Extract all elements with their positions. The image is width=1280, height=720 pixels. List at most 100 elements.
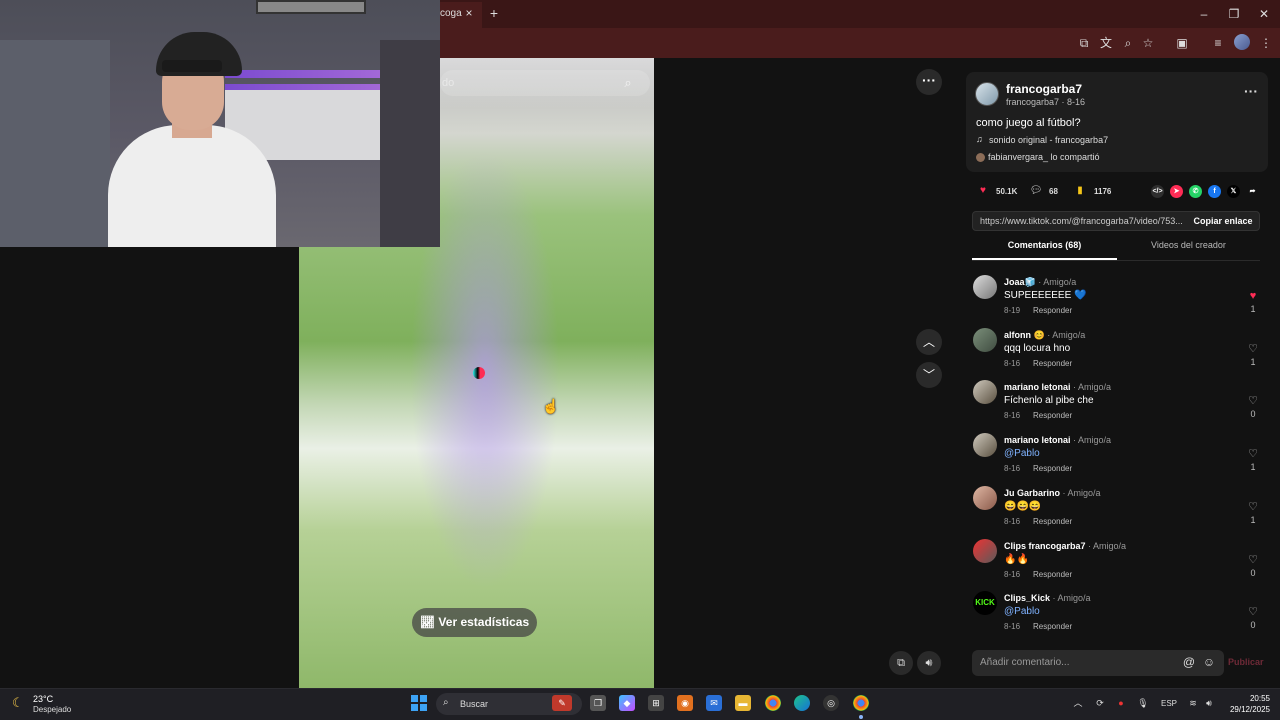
reply-button[interactable]: Responder [1033, 359, 1072, 368]
weather-temperature[interactable]: 23°C [33, 694, 53, 704]
next-video-chevron-down-icon[interactable]: ﹀ [916, 362, 942, 388]
clock-date[interactable]: 29/12/2025 [1222, 705, 1270, 714]
comment-like-heart-icon[interactable]: ♡ [1247, 395, 1259, 407]
reply-button[interactable]: Responder [1033, 570, 1072, 579]
search-input[interactable]: do [440, 70, 650, 96]
comment-username[interactable]: Ju Garbarino · Amigo/a [1004, 488, 1101, 498]
microphone-icon[interactable]: 🎙︎ [1137, 697, 1149, 709]
search-icon[interactable]: ⌕ [620, 75, 636, 91]
copy-link-button[interactable]: Copiar enlace [1186, 211, 1260, 231]
comment-bubble-icon[interactable]: 💬︎ [1029, 184, 1043, 198]
store-icon[interactable]: ⊞ [648, 695, 664, 711]
task-view-icon[interactable]: ❐ [590, 695, 606, 711]
comment-username[interactable]: mariano letonai · Amigo/a [1004, 382, 1111, 392]
whatsapp-icon[interactable]: ✆ [1189, 185, 1202, 198]
reply-button[interactable]: Responder [1033, 622, 1072, 631]
profile-avatar[interactable] [1234, 34, 1250, 50]
mail-icon[interactable]: ✉ [706, 695, 722, 711]
app-flame-icon[interactable]: ◉ [677, 695, 693, 711]
chrome-active-icon[interactable] [853, 695, 869, 711]
like-heart-icon[interactable]: ♥ [976, 184, 990, 198]
tab-close-icon[interactable]: × [462, 6, 476, 20]
moon-weather-icon[interactable]: ☾ [12, 695, 28, 711]
mention-at-icon[interactable]: @ [1182, 655, 1196, 669]
tray-app-icon[interactable]: ● [1115, 697, 1127, 709]
comment-username[interactable]: alfonn 😊 · Amigo/a [1004, 330, 1085, 341]
comment-avatar[interactable] [973, 539, 997, 563]
comment-avatar[interactable]: KICK [973, 591, 997, 615]
x-twitter-icon[interactable]: 𝕏 [1227, 185, 1240, 198]
picture-in-picture-icon[interactable]: ⧉ [889, 651, 913, 675]
volume-icon[interactable]: 🔊︎ [917, 651, 941, 675]
tray-expand-chevron-icon[interactable]: ︿ [1072, 697, 1084, 709]
previous-video-chevron-up-icon[interactable]: ︿ [916, 329, 942, 355]
file-explorer-icon[interactable]: ▬ [735, 695, 751, 711]
reply-button[interactable]: Responder [1033, 464, 1072, 473]
tray-sync-icon[interactable]: ⟳ [1094, 697, 1106, 709]
clock-time[interactable]: 20:55 [1236, 694, 1270, 703]
install-app-icon[interactable]: ⧉ [1076, 35, 1092, 51]
post-comment-button[interactable]: Publicar [1228, 657, 1264, 667]
comment-username-text[interactable]: Joaa🧊 [1004, 277, 1036, 287]
comment-avatar[interactable] [973, 433, 997, 457]
comment-avatar[interactable] [973, 328, 997, 352]
side-panel-icon[interactable]: ▣ [1174, 35, 1190, 51]
comment-username-text[interactable]: alfonn 😊 [1004, 330, 1045, 340]
obs-icon[interactable]: ◎ [823, 695, 839, 711]
comment-like-heart-icon[interactable]: ♡ [1247, 501, 1259, 513]
comment-username-text[interactable]: mariano letonai [1004, 382, 1071, 392]
tab-creator-videos[interactable]: Videos del creador [1117, 240, 1260, 260]
chrome-icon[interactable] [765, 695, 781, 711]
minimize-icon[interactable]: – [1196, 6, 1212, 22]
shared-by-text[interactable]: fabianvergara_ lo compartió [988, 152, 1100, 162]
comment-like-heart-icon[interactable]: ♡ [1247, 343, 1259, 355]
wifi-icon[interactable]: ≋ [1187, 697, 1199, 709]
comment-username-text[interactable]: mariano letonai [1004, 435, 1071, 445]
comment-username-text[interactable]: Clips francogarba7 [1004, 541, 1086, 551]
comment-like-heart-icon[interactable]: ♥ [1247, 290, 1259, 302]
reading-list-icon[interactable]: ≡ [1210, 35, 1226, 51]
comment-text[interactable]: @Pablo [1004, 606, 1040, 617]
speaker-icon[interactable]: 🔊︎ [1203, 697, 1215, 709]
comment-username[interactable]: Clips_Kick · Amigo/a [1004, 593, 1091, 603]
comment-avatar[interactable] [973, 380, 997, 404]
music-link[interactable]: sonido original - francogarba7 [989, 135, 1108, 145]
reply-button[interactable]: Responder [1033, 411, 1072, 420]
comment-username-text[interactable]: Ju Garbarino [1004, 488, 1060, 498]
comment-username-text[interactable]: Clips_Kick [1004, 593, 1050, 603]
close-window-icon[interactable]: ✕ [1256, 6, 1272, 22]
new-tab-icon[interactable]: + [486, 5, 502, 21]
facebook-icon[interactable]: f [1208, 185, 1221, 198]
comment-like-heart-icon[interactable]: ♡ [1247, 606, 1259, 618]
embed-code-icon[interactable]: </> [1151, 185, 1164, 198]
emoji-icon[interactable]: ☺ [1202, 655, 1216, 669]
copilot-icon[interactable]: ◆ [619, 695, 635, 711]
share-arrow-icon[interactable]: ➦ [1246, 185, 1259, 198]
menu-kebab-icon[interactable]: ⋮ [1258, 35, 1274, 51]
comment-like-heart-icon[interactable]: ♡ [1247, 554, 1259, 566]
comment-username[interactable]: mariano letonai · Amigo/a [1004, 435, 1111, 445]
bookmark-star-icon[interactable]: ☆ [1140, 35, 1156, 51]
windows-start-icon[interactable] [411, 695, 427, 711]
comment-avatar[interactable] [973, 486, 997, 510]
more-options-icon[interactable]: ··· [916, 69, 942, 95]
comment-like-heart-icon[interactable]: ♡ [1247, 448, 1259, 460]
language-indicator[interactable]: ESP [1161, 699, 1177, 708]
author-username[interactable]: francogarba7 [1006, 82, 1082, 96]
comment-username[interactable]: Clips francogarba7 · Amigo/a [1004, 541, 1126, 551]
bookmark-icon[interactable]: ▮ [1073, 184, 1087, 198]
tab-comments[interactable]: Comentarios (68) [972, 240, 1117, 260]
weather-description[interactable]: Despejado [33, 705, 71, 714]
edge-icon[interactable] [794, 695, 810, 711]
comment-text[interactable]: @Pablo [1004, 448, 1040, 459]
translate-icon[interactable]: 文 [1098, 35, 1114, 51]
author-avatar[interactable] [975, 82, 999, 106]
reply-button[interactable]: Responder [1033, 306, 1072, 315]
view-stats-button[interactable]: 📈︎ Ver estadísticas [412, 608, 537, 637]
post-more-icon[interactable]: ··· [1242, 84, 1260, 100]
comment-username[interactable]: Joaa🧊 · Amigo/a [1004, 277, 1076, 288]
reply-button[interactable]: Responder [1033, 517, 1072, 526]
send-to-friend-icon[interactable]: ➤ [1170, 185, 1183, 198]
comment-avatar[interactable] [973, 275, 997, 299]
zoom-icon[interactable]: ⌕ [1120, 35, 1136, 51]
